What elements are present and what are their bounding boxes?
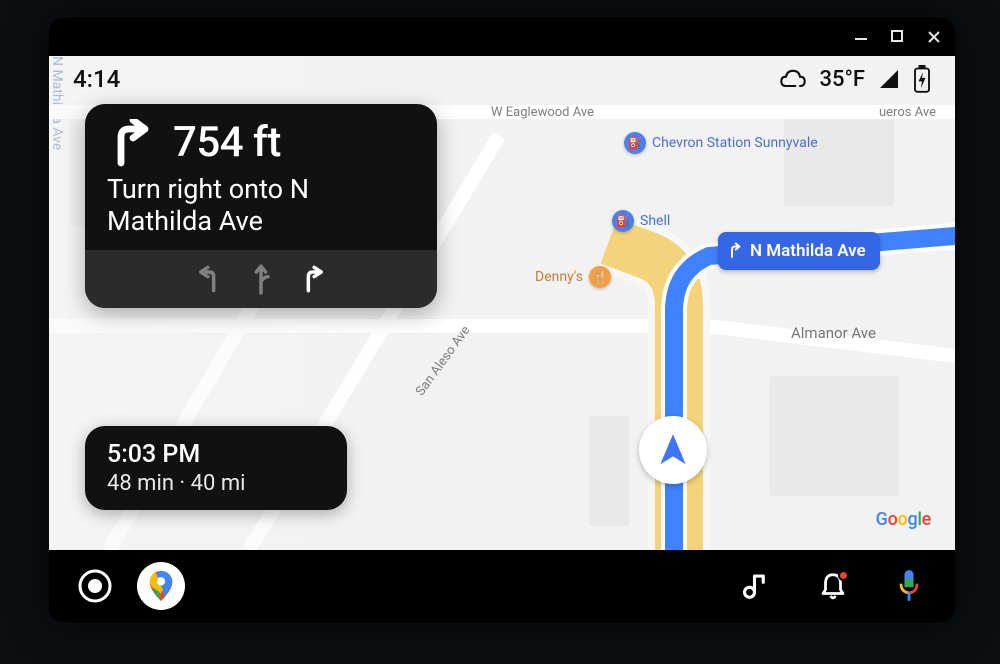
headunit-window: E Eaglewood Ave W Eaglewood Ave W Eaglew…: [49, 18, 955, 622]
music-icon: [742, 570, 772, 602]
upcoming-road-sign: N Mathilda Ave: [718, 232, 880, 270]
gas-icon: ⛽: [612, 210, 634, 232]
headunit-content: E Eaglewood Ave W Eaglewood Ave W Eaglew…: [49, 56, 955, 622]
window-minimize-button[interactable]: [855, 30, 869, 44]
launcher-icon: [77, 568, 113, 604]
turn-right-icon: [726, 242, 744, 260]
voice-button[interactable]: [885, 562, 933, 610]
eta-detail: 48 min · 40 mi: [107, 471, 325, 496]
lane-right-icon: [299, 262, 327, 296]
media-button[interactable]: [733, 562, 781, 610]
map-attribution: Google: [876, 509, 931, 530]
poi-label: Denny's: [535, 269, 583, 285]
street-label: W Eaglewood Ave: [491, 105, 594, 120]
street-label: Almanor Ave: [791, 324, 876, 342]
notifications-button[interactable]: [809, 562, 857, 610]
poi-dennys[interactable]: 🍴 Denny's: [535, 266, 611, 288]
launcher-button[interactable]: [71, 562, 119, 610]
nav-distance: 754 ft: [173, 118, 281, 167]
street-label: ueros Ave: [879, 105, 936, 120]
window-maximize-button[interactable]: [891, 30, 905, 44]
map-canvas[interactable]: E Eaglewood Ave W Eaglewood Ave W Eaglew…: [49, 56, 955, 550]
restaurant-icon: 🍴: [589, 266, 611, 288]
notification-dot: [838, 570, 849, 581]
navigation-card-top: 754 ft Turn right onto N Mathilda Ave: [85, 104, 437, 250]
poi-label: Chevron Station Sunnyvale: [652, 135, 818, 151]
maps-app-icon: [146, 571, 176, 601]
screen-background: E Eaglewood Ave W Eaglewood Ave W Eaglew…: [0, 0, 1000, 664]
poi-label: Shell: [640, 213, 670, 229]
road-sign-text: N Mathilda Ave: [750, 241, 866, 261]
gas-icon: ⛽: [624, 132, 646, 154]
lane-straight-icon: [247, 260, 275, 298]
eta-card[interactable]: 5:03 PM 48 min · 40 mi: [85, 426, 347, 510]
maps-app-button[interactable]: [137, 562, 185, 610]
lane-left-icon: [195, 262, 223, 296]
current-location-puck[interactable]: [639, 416, 707, 484]
eta-arrival-time: 5:03 PM: [107, 440, 325, 469]
lane-guidance: [85, 250, 437, 308]
navigation-card[interactable]: 754 ft Turn right onto N Mathilda Ave: [85, 104, 437, 308]
window-titlebar: [49, 18, 955, 56]
launcher-navbar: [49, 550, 955, 622]
turn-right-icon: [107, 119, 155, 167]
poi-shell[interactable]: ⛽ Shell: [612, 210, 670, 232]
window-close-button[interactable]: [927, 30, 941, 44]
poi-chevron[interactable]: ⛽ Chevron Station Sunnyvale: [624, 132, 818, 154]
mic-icon: [895, 569, 923, 603]
nav-instruction: Turn right onto N Mathilda Ave: [107, 173, 415, 238]
navigation-arrow-icon: [654, 431, 692, 469]
